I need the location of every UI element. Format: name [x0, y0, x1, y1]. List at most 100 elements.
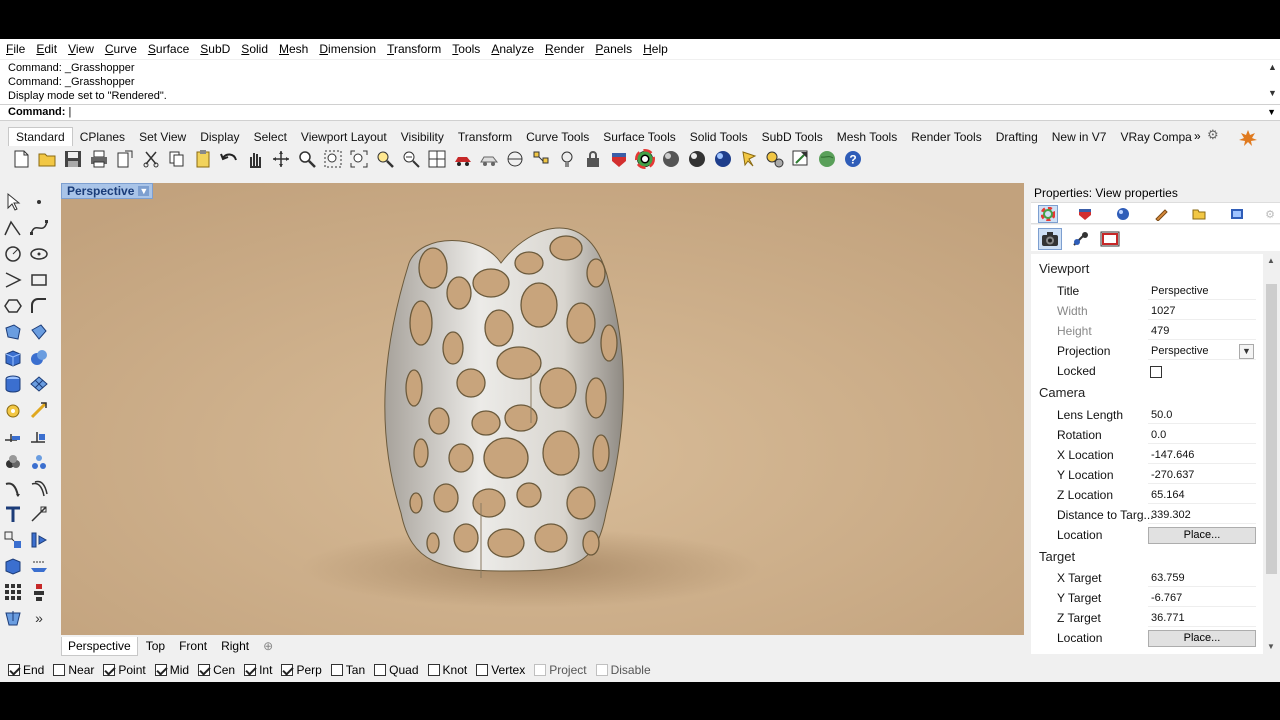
block-icon[interactable] — [2, 529, 24, 551]
offset-icon[interactable] — [28, 477, 50, 499]
osnap-vertex[interactable]: Vertex — [476, 663, 525, 677]
osnap-point-checkbox[interactable] — [103, 663, 116, 676]
rendered-vase-model[interactable] — [61, 183, 1024, 635]
environment-sphere-icon[interactable] — [710, 147, 736, 171]
tab-display[interactable]: Display — [193, 130, 246, 146]
osnap-near-checkbox[interactable] — [53, 663, 66, 676]
tab-visibility[interactable]: Visibility — [394, 130, 451, 146]
menu-solid[interactable]: Solid — [241, 42, 268, 56]
scale-icon[interactable] — [28, 399, 50, 421]
tab-transform[interactable]: Transform — [451, 130, 519, 146]
osnap-quad-checkbox[interactable] — [374, 663, 387, 676]
tab-standard[interactable]: Standard — [8, 127, 73, 146]
circle-icon[interactable] — [2, 243, 24, 265]
print-icon[interactable] — [86, 147, 112, 171]
osnap-end-checkbox[interactable] — [8, 663, 20, 676]
osnap-disable[interactable]: Disable — [595, 663, 651, 677]
tab-subd-tools[interactable]: SubD Tools — [755, 130, 830, 146]
save-icon[interactable] — [60, 147, 86, 171]
prop-height-field[interactable]: 479 — [1148, 323, 1256, 340]
zoom-extents-icon[interactable] — [346, 147, 372, 171]
rectangle-icon[interactable] — [28, 269, 50, 291]
osnap-int-checkbox[interactable] — [244, 663, 257, 676]
osnap-project-checkbox[interactable] — [534, 663, 547, 676]
menu-subd[interactable]: SubD — [200, 42, 230, 56]
prop-y-location-field[interactable]: -270.637 — [1148, 467, 1256, 484]
menu-tools[interactable]: Tools — [452, 42, 480, 56]
command-history-scrollbar[interactable]: ▲ ▼ — [1265, 60, 1280, 104]
prop-rotation-field[interactable]: 0.0 — [1148, 427, 1256, 444]
boolean-icon[interactable] — [28, 347, 50, 369]
mesh-icon[interactable] — [28, 373, 50, 395]
osnap-near[interactable]: Near — [53, 663, 94, 677]
osnap-cen[interactable]: Cen — [198, 663, 235, 677]
new-file-icon[interactable] — [8, 147, 34, 171]
viewport-menu-dropdown-icon[interactable]: ▼ — [138, 186, 150, 196]
cplane-icon[interactable] — [502, 147, 528, 171]
rendering-panel-icon[interactable] — [1227, 205, 1247, 223]
scrollbar-thumb[interactable] — [1266, 284, 1277, 574]
fillet-icon[interactable] — [2, 477, 24, 499]
properties-scrollbar[interactable]: ▲ ▼ — [1263, 254, 1280, 654]
tab-solid-tools[interactable]: Solid Tools — [683, 130, 755, 146]
array-icon[interactable] — [28, 425, 50, 447]
prop-title-field[interactable]: Perspective — [1148, 283, 1256, 300]
osnap-tan-checkbox[interactable] — [330, 663, 343, 676]
menu-transform[interactable]: Transform — [387, 42, 441, 56]
scroll-up-icon[interactable]: ▲ — [1267, 256, 1275, 265]
zoom-icon[interactable] — [294, 147, 320, 171]
menu-file[interactable]: File — [6, 42, 25, 56]
tab-set-view[interactable]: Set View — [132, 130, 193, 146]
menu-dimension[interactable]: Dimension — [319, 42, 376, 56]
prop-distance-to-target-field[interactable]: 339.302 — [1148, 507, 1256, 524]
viewport-layout-icon[interactable] — [424, 147, 450, 171]
osnap-point[interactable]: Point — [103, 663, 146, 677]
folder-panel-icon[interactable] — [1189, 205, 1209, 223]
color-wheel-icon[interactable] — [632, 147, 658, 171]
osnap-vertex-checkbox[interactable] — [476, 663, 489, 676]
object-properties-icon[interactable] — [1038, 205, 1058, 223]
menu-view[interactable]: View — [68, 42, 94, 56]
cut-icon[interactable] — [138, 147, 164, 171]
menu-help[interactable]: Help — [643, 42, 668, 56]
tab-new-in-v7[interactable]: New in V7 — [1045, 130, 1114, 146]
command-dropdown-icon[interactable]: ▼ — [1267, 105, 1276, 120]
select-arrow-icon[interactable] — [2, 191, 24, 213]
point-icon[interactable] — [28, 191, 50, 213]
osnap-mid[interactable]: Mid — [154, 663, 189, 677]
rotate-view-icon[interactable] — [268, 147, 294, 171]
osnap-disable-checkbox[interactable] — [595, 663, 608, 676]
viewport-tab-top[interactable]: Top — [140, 637, 171, 655]
car-render-icon[interactable] — [450, 147, 476, 171]
fillet-curve-icon[interactable] — [28, 295, 50, 317]
dimension-icon[interactable] — [28, 503, 50, 525]
viewport-tab-perspective[interactable]: Perspective — [61, 636, 138, 656]
zoom-selected-icon[interactable] — [372, 147, 398, 171]
copy-icon[interactable] — [164, 147, 190, 171]
tab-render-tools[interactable]: Render Tools — [904, 130, 989, 146]
osnap-cen-checkbox[interactable] — [198, 663, 211, 676]
box-icon[interactable] — [2, 347, 24, 369]
cylinder-icon[interactable] — [2, 373, 24, 395]
menu-edit[interactable]: Edit — [36, 42, 57, 56]
viewport-tab-right[interactable]: Right — [215, 637, 255, 655]
clipping-plane-icon[interactable] — [28, 529, 50, 551]
display-panel-icon[interactable] — [1151, 205, 1171, 223]
arc-icon[interactable] — [2, 269, 24, 291]
tab-viewport-layout[interactable]: Viewport Layout — [294, 130, 394, 146]
lock-icon[interactable] — [580, 147, 606, 171]
named-views-icon[interactable] — [1069, 228, 1093, 250]
layer-icon[interactable] — [606, 147, 632, 171]
text-icon[interactable] — [2, 503, 24, 525]
select-points-icon[interactable] — [528, 147, 554, 171]
osnap-quad[interactable]: Quad — [374, 663, 419, 677]
menu-surface[interactable]: Surface — [148, 42, 189, 56]
transform-gear-icon[interactable] — [2, 399, 24, 421]
tab-surface-tools[interactable]: Surface Tools — [596, 130, 683, 146]
osnap-perp-checkbox[interactable] — [281, 663, 294, 676]
scroll-down-icon[interactable]: ▼ — [1267, 642, 1275, 651]
options-gears-icon[interactable] — [762, 147, 788, 171]
more-panels-icon[interactable]: ⚙ — [1260, 205, 1280, 223]
camera-icon[interactable] — [1038, 228, 1062, 250]
menu-render[interactable]: Render — [545, 42, 584, 56]
